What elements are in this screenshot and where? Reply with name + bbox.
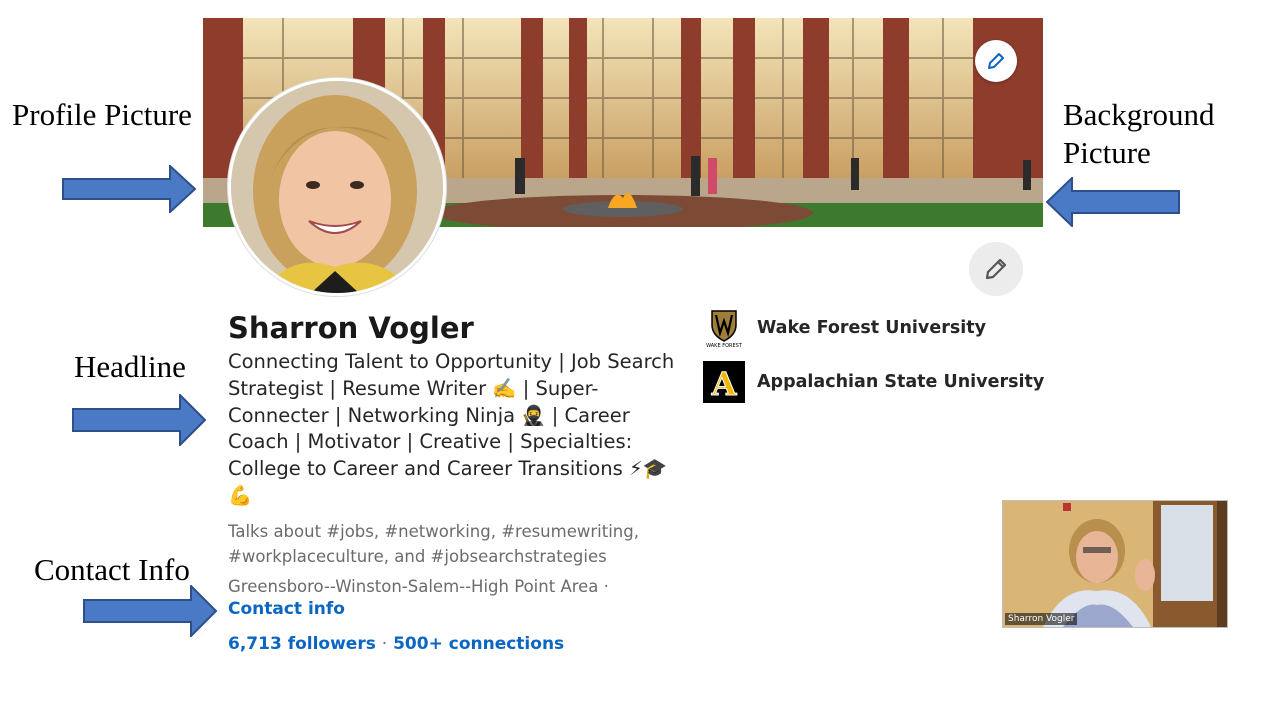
app-state-logo: A: [703, 361, 745, 403]
video-participant-tile: Sharron Vogler: [1002, 500, 1228, 628]
arrow-right-icon: [83, 585, 218, 637]
app-state-logo-text: A: [711, 365, 738, 403]
education-name: Wake Forest University: [757, 318, 987, 338]
education-item-app-state[interactable]: A Appalachian State University: [703, 361, 1044, 403]
pencil-icon: [985, 258, 1007, 280]
arrow-right-icon: [62, 165, 197, 213]
annotation-contact-info: Contact Info: [34, 552, 190, 587]
annotation-headline: Headline: [74, 349, 186, 384]
annotation-background-picture: Background Picture: [1063, 96, 1215, 172]
annotation-profile-picture: Profile Picture: [12, 97, 192, 132]
education-item-wake-forest[interactable]: WAKE FOREST Wake Forest University: [703, 307, 986, 349]
participant-name-label: Sharron Vogler: [1005, 613, 1078, 625]
followers-link[interactable]: 6,713 followers: [228, 634, 376, 654]
wake-forest-logo-text: WAKE FOREST: [706, 343, 743, 349]
profile-name: Sharron Vogler: [228, 311, 474, 345]
location: Greensboro--Winston-Salem--High Point Ar…: [228, 577, 609, 596]
arrow-left-icon: [1046, 177, 1180, 227]
education-name: Appalachian State University: [757, 372, 1045, 392]
pencil-icon: [988, 53, 1004, 69]
network-stats: 6,713 followers · 500+ connections: [228, 634, 564, 654]
banner-edit-button[interactable]: [975, 40, 1017, 82]
annotation-background-line2: Picture: [1063, 135, 1151, 170]
wake-forest-logo: WAKE FOREST: [703, 307, 745, 349]
annotation-background-line1: Background: [1063, 97, 1215, 132]
contact-info-link[interactable]: Contact info: [228, 599, 345, 619]
profile-headline: Connecting Talent to Opportunity | Job S…: [228, 350, 675, 507]
talks-about: Talks about #jobs, #networking, #resumew…: [228, 522, 639, 566]
stats-separator: ·: [381, 634, 388, 654]
profile-picture[interactable]: [228, 78, 446, 296]
connections-link[interactable]: 500+ connections: [393, 634, 564, 654]
profile-edit-button[interactable]: [969, 242, 1023, 296]
arrow-right-icon: [72, 394, 207, 446]
